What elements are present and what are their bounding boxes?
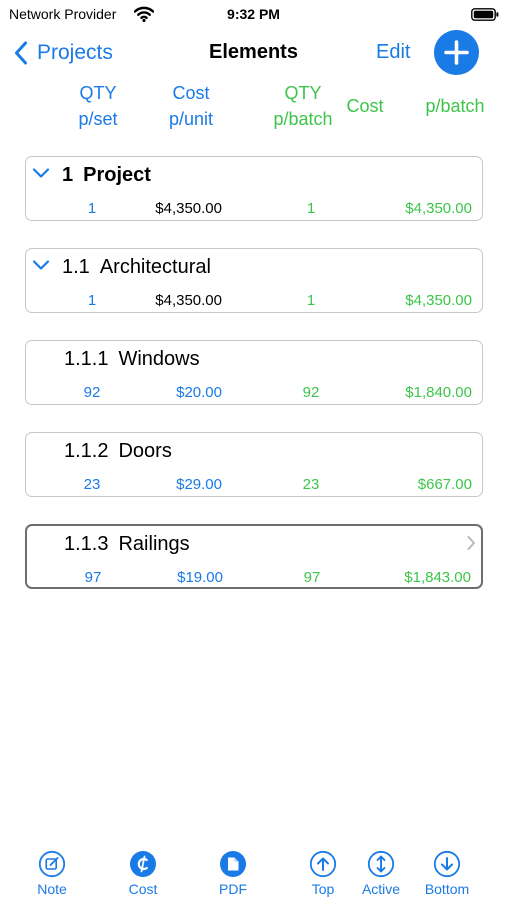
cost-icon	[130, 851, 156, 877]
active-button[interactable]: Active	[345, 850, 417, 897]
batch-cost-value: $667.00	[417, 476, 472, 493]
element-card-doors[interactable]: 1.1.2 Doors 23 $29.00 23 $667.00	[25, 432, 483, 497]
arrow-up-icon	[309, 850, 337, 878]
cost-button[interactable]: Cost	[107, 850, 179, 897]
element-number: 1.1.2	[64, 439, 109, 462]
element-name: Project	[83, 163, 151, 186]
element-title: 1.1.1 Windows	[64, 347, 200, 371]
status-bar: Network Provider 9:32 PM	[0, 0, 507, 28]
cost-per-unit-value: $4,350.00	[155, 292, 222, 309]
element-name: Railings	[118, 532, 190, 555]
batch-cost-value: $4,350.00	[405, 292, 472, 309]
header-qty-per-set-line2: p/set	[78, 109, 118, 129]
add-button[interactable]	[434, 30, 479, 75]
batch-cost-value: $4,350.00	[405, 200, 472, 217]
header-qty-per-set-line1: QTY	[79, 83, 117, 103]
qty-per-set-value: 1	[87, 200, 97, 217]
battery-icon	[471, 8, 499, 21]
qty-per-set-value: 97	[84, 569, 102, 586]
chevron-down-icon[interactable]	[32, 259, 50, 271]
qty-per-set-value: 1	[87, 292, 97, 309]
element-name: Architectural	[99, 255, 211, 278]
element-title: 1 Project	[62, 163, 151, 187]
header-cost: Cost	[346, 96, 384, 116]
qty-per-batch-value: 92	[302, 384, 320, 401]
element-number: 1	[62, 163, 74, 186]
pdf-label: PDF	[219, 881, 247, 897]
note-icon	[38, 850, 66, 878]
chevron-right-icon	[467, 536, 475, 550]
element-card-railings[interactable]: 1.1.3 Railings 97 $19.00 97 $1,843.00	[25, 524, 483, 589]
element-number: 1.1.3	[64, 532, 109, 555]
qty-per-batch-value: 1	[306, 200, 316, 217]
element-number: 1.1	[62, 255, 90, 278]
element-name: Windows	[118, 347, 200, 370]
qty-per-set-value: 92	[83, 384, 101, 401]
cost-per-unit-value: $4,350.00	[155, 200, 222, 217]
note-label: Note	[37, 881, 67, 897]
element-card-windows[interactable]: 1.1.1 Windows 92 $20.00 92 $1,840.00	[25, 340, 483, 405]
cost-label: Cost	[128, 881, 158, 897]
header-per-batch: p/batch	[425, 96, 485, 116]
chevron-left-icon	[15, 41, 27, 65]
cost-per-unit-value: $29.00	[176, 476, 222, 493]
element-card-architectural[interactable]: 1.1 Architectural 1 $4,350.00 1 $4,350.0…	[25, 248, 483, 313]
batch-cost-value: $1,843.00	[404, 569, 471, 586]
header-cost-per-unit-line1: Cost	[172, 83, 210, 103]
qty-per-batch-value: 97	[303, 569, 321, 586]
qty-per-set-value: 23	[83, 476, 101, 493]
qty-per-batch-value: 23	[302, 476, 320, 493]
header-cost-per-unit: Cost p/unit	[155, 80, 227, 132]
element-title: 1.1.3 Railings	[64, 532, 190, 556]
pdf-button[interactable]: PDF	[197, 850, 269, 897]
back-label: Projects	[37, 41, 113, 64]
element-card-project[interactable]: 1 Project 1 $4,350.00 1 $4,350.00	[25, 156, 483, 221]
element-number: 1.1.1	[64, 347, 109, 370]
back-button[interactable]: Projects	[14, 38, 113, 68]
cost-per-unit-value: $19.00	[177, 569, 223, 586]
bottom-button[interactable]: Bottom	[411, 850, 483, 897]
qty-per-batch-value: 1	[306, 292, 316, 309]
status-time: 9:32 PM	[227, 6, 280, 22]
active-icon	[367, 850, 395, 878]
arrow-down-icon	[433, 850, 461, 878]
batch-cost-value: $1,840.00	[405, 384, 472, 401]
bottom-label: Bottom	[424, 881, 470, 897]
header-qty-per-set: QTY p/set	[62, 80, 134, 132]
header-cost-per-unit-line2: p/unit	[168, 109, 214, 129]
note-button[interactable]: Note	[16, 850, 88, 897]
pdf-icon	[220, 851, 246, 877]
chevron-down-icon[interactable]	[32, 167, 50, 179]
element-title: 1.1.2 Doors	[64, 439, 172, 463]
element-title: 1.1 Architectural	[62, 255, 211, 279]
plus-icon	[444, 40, 469, 65]
cost-per-unit-value: $20.00	[176, 384, 222, 401]
element-name: Doors	[118, 439, 172, 462]
edit-button[interactable]: Edit	[376, 41, 410, 64]
active-label: Active	[361, 881, 401, 897]
